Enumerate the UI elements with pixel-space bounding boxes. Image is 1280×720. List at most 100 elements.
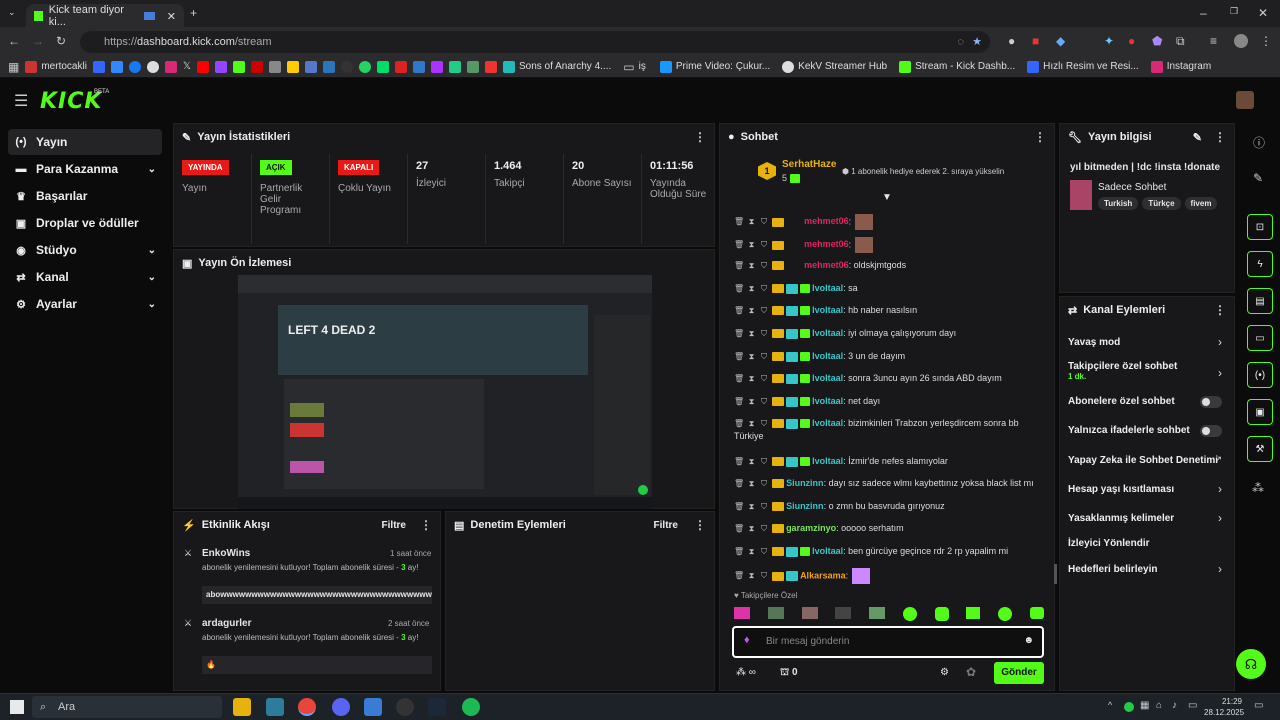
kick-bot-icon[interactable]: ✿ bbox=[966, 665, 976, 679]
bookmark-icon[interactable] bbox=[268, 60, 281, 73]
bookmark-item[interactable]: Sons of Anarchy 4.... bbox=[502, 60, 611, 73]
timeout-icon[interactable]: ⧗ bbox=[747, 240, 757, 250]
toolbar-button[interactable]: (•) bbox=[1247, 362, 1273, 388]
shield-icon[interactable]: ⛉ bbox=[759, 479, 769, 489]
extension-icon[interactable]: ⬟ bbox=[1152, 34, 1162, 48]
shield-icon[interactable]: ⛉ bbox=[759, 571, 769, 581]
reading-list-icon[interactable]: ≡ bbox=[1210, 34, 1217, 48]
timeout-icon[interactable]: ⧗ bbox=[747, 479, 757, 489]
timeout-icon[interactable]: ⧗ bbox=[747, 329, 757, 339]
clock[interactable]: 21:29 28.12.2025 bbox=[1204, 696, 1244, 718]
bookmark-icon[interactable] bbox=[250, 60, 263, 73]
edit-icon[interactable]: ✎ bbox=[1193, 131, 1202, 144]
sidebar-item-basarilar[interactable]: ♛ Başarılar bbox=[8, 183, 162, 209]
trash-icon[interactable]: 🗑︎ bbox=[734, 217, 744, 226]
bookmark-icon[interactable] bbox=[430, 60, 443, 73]
trash-icon[interactable]: 🗑︎ bbox=[734, 457, 744, 466]
sidebar-item-droplar[interactable]: ▣ Droplar ve ödüller bbox=[8, 210, 162, 236]
trash-icon[interactable]: 🗑︎ bbox=[734, 397, 744, 406]
bookmark-item[interactable]: Stream - Kick Dashb... bbox=[899, 60, 1015, 73]
action-set-goals[interactable]: Hedefleri belirleyin bbox=[1068, 564, 1228, 575]
chat-message[interactable]: 🗑︎ ⧗ ⛉ Ivoltaal: net dayı bbox=[734, 396, 880, 407]
bookmark-folder[interactable]: ▭ iş bbox=[623, 60, 646, 74]
timeout-icon[interactable]: ⧗ bbox=[747, 352, 757, 362]
trash-icon[interactable]: 🗑︎ bbox=[734, 240, 744, 249]
shield-icon[interactable]: ⛉ bbox=[759, 261, 769, 271]
taskbar-search[interactable]: ⌕ Ara bbox=[32, 696, 222, 718]
emote-icon[interactable] bbox=[966, 607, 981, 619]
chat-username[interactable]: mehmet06 bbox=[804, 260, 849, 270]
chat-username[interactable]: Ivoltaal bbox=[812, 283, 843, 293]
x-icon[interactable]: 𝕏 bbox=[183, 61, 191, 72]
chat-username[interactable]: Ivoltaal bbox=[812, 351, 843, 361]
trash-icon[interactable]: 🗑︎ bbox=[734, 374, 744, 383]
discord-icon[interactable] bbox=[332, 698, 350, 716]
sidebar-item-yayin[interactable]: (•) Yayın bbox=[8, 129, 162, 155]
chat-username[interactable]: Ivoltaal bbox=[812, 373, 843, 383]
more-icon[interactable]: ⋮ bbox=[694, 130, 706, 144]
extension-icon[interactable]: ● bbox=[1008, 34, 1015, 48]
window-close-icon[interactable]: ✕ bbox=[1258, 6, 1268, 20]
subs-only-toggle[interactable] bbox=[1200, 396, 1222, 408]
emote-icon[interactable] bbox=[767, 607, 784, 619]
shield-icon[interactable]: ⛉ bbox=[759, 374, 769, 384]
chat-message[interactable]: 🗑︎ ⧗ ⛉ garamzinyo: ooooo serhatım bbox=[734, 523, 904, 534]
steam-icon[interactable] bbox=[428, 698, 446, 716]
chat-username[interactable]: Ivoltaal bbox=[812, 418, 843, 428]
reload-icon[interactable]: ↻ bbox=[56, 34, 66, 48]
adblock-icon[interactable]: ■ bbox=[1032, 34, 1039, 48]
stream-preview-video[interactable]: LEFT 4 DEAD 2 bbox=[238, 275, 652, 509]
eye-off-icon[interactable]: ◌ bbox=[957, 31, 964, 53]
user-avatar[interactable] bbox=[1236, 91, 1254, 109]
chat-username[interactable]: Ivoltaal bbox=[812, 546, 843, 556]
chat-message[interactable]: 🗑︎ ⧗ ⛉ Ivoltaal: İzmir'de nefes alamıyol… bbox=[734, 456, 948, 467]
trash-icon[interactable]: 🗑︎ bbox=[734, 479, 744, 488]
trash-icon[interactable]: 🗑︎ bbox=[734, 419, 744, 428]
google-icon[interactable] bbox=[146, 60, 159, 73]
filter-button[interactable]: Filtre bbox=[382, 520, 406, 531]
chat-message[interactable]: 🗑︎ ⧗ ⛉ Ivoltaal: iyi olmaya çalışıyorum … bbox=[734, 328, 956, 339]
emoji-icon[interactable]: ☻ bbox=[1023, 635, 1034, 646]
top-gifter-name[interactable]: SerhatHaze bbox=[782, 159, 836, 170]
minimize-icon[interactable]: – bbox=[1200, 6, 1207, 20]
new-tab-icon[interactable]: + bbox=[190, 6, 197, 20]
chat-message[interactable]: 🗑︎ ⧗ ⛉ Siunzinn: dayı sız sadece wlmı ka… bbox=[734, 478, 1034, 489]
windows-start-icon[interactable] bbox=[10, 700, 24, 714]
volume-icon[interactable]: ♪ bbox=[1172, 700, 1177, 711]
apps-grid-icon[interactable]: ▦ bbox=[8, 60, 19, 74]
back-icon[interactable]: ← bbox=[8, 34, 20, 48]
bookmark-icon[interactable] bbox=[448, 60, 461, 73]
action-redirect-viewers[interactable]: İzleyici Yönlendir bbox=[1068, 538, 1228, 549]
trash-icon[interactable]: 🗑︎ bbox=[734, 352, 744, 361]
toolbar-button[interactable]: ▭ bbox=[1247, 325, 1273, 351]
timeout-icon[interactable]: ⧗ bbox=[747, 524, 757, 534]
browser-tab[interactable]: Kick team diyor ki... ✕ bbox=[26, 4, 184, 28]
event-user[interactable]: EnkoWins bbox=[202, 548, 250, 559]
timeout-icon[interactable]: ⧗ bbox=[747, 306, 757, 316]
tab-list-icon[interactable]: ⌄ bbox=[8, 7, 16, 18]
toolbar-button[interactable]: ⚒ bbox=[1247, 436, 1273, 462]
chat-username[interactable]: Ivoltaal bbox=[812, 305, 843, 315]
bookmark-icon[interactable] bbox=[412, 60, 425, 73]
emote-only-toggle[interactable] bbox=[1200, 425, 1222, 437]
github-icon[interactable] bbox=[340, 60, 353, 73]
chat-username[interactable]: garamzinyo bbox=[786, 523, 836, 533]
toolbar-button[interactable]: ▣ bbox=[1247, 399, 1273, 425]
category-thumbnail[interactable] bbox=[1070, 180, 1092, 210]
bookmark-icon[interactable] bbox=[466, 60, 479, 73]
chat-filter-icon[interactable]: ▼ bbox=[882, 192, 892, 203]
sidebar-item-ayarlar[interactable]: ⚙ Ayarlar ⌄ bbox=[8, 291, 162, 317]
tag-chip[interactable]: Türkçe bbox=[1142, 197, 1181, 210]
timeout-icon[interactable]: ⧗ bbox=[747, 502, 757, 512]
channel-points[interactable]: ⛫ 0 bbox=[780, 667, 798, 680]
shield-icon[interactable]: ⛉ bbox=[759, 352, 769, 362]
extension-icon[interactable]: ✦ bbox=[1104, 34, 1114, 48]
chat-username[interactable]: Siunzinn bbox=[786, 478, 824, 488]
more-icon[interactable]: ⋮ bbox=[420, 518, 432, 532]
shield-icon[interactable]: ⛉ bbox=[759, 547, 769, 557]
chat-scrollbar[interactable] bbox=[1054, 564, 1057, 584]
obs-icon[interactable] bbox=[396, 698, 414, 716]
bookmark-icon[interactable] bbox=[394, 60, 407, 73]
toolbar-button[interactable]: ▤ bbox=[1247, 288, 1273, 314]
emote-icon[interactable] bbox=[734, 607, 750, 619]
